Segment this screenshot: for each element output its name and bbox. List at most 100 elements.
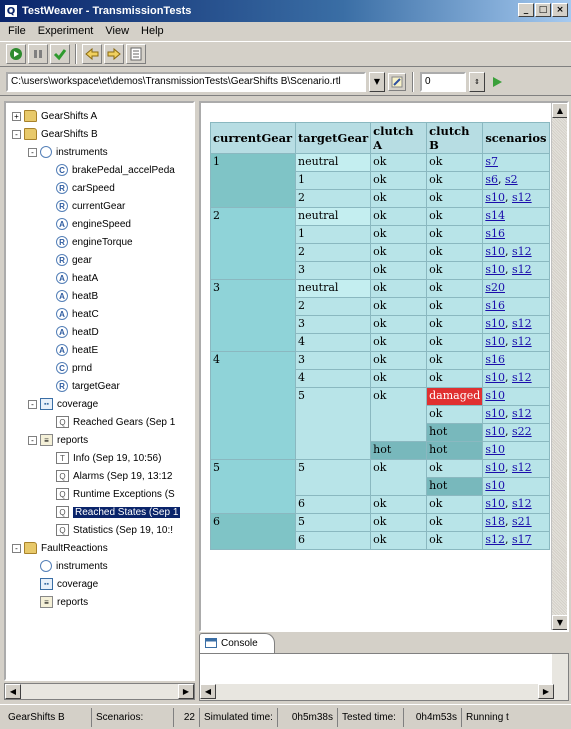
menu-experiment[interactable]: Experiment (32, 25, 100, 37)
tree-item[interactable]: AheatE (44, 341, 98, 359)
tree-item[interactable]: - ≡ reports (28, 431, 88, 449)
menu-view[interactable]: View (99, 25, 135, 37)
tree-item[interactable]: Q Reached States (Sep 1 (44, 503, 181, 521)
scenario-link[interactable]: s12 (512, 191, 532, 204)
scenario-link[interactable]: s10 (485, 191, 505, 204)
scenario-link[interactable]: s10 (485, 263, 505, 276)
scenario-link[interactable]: s2 (505, 173, 518, 186)
scroll-right-icon[interactable]: ▶ (178, 684, 194, 699)
scenario-link[interactable]: s10 (485, 461, 505, 474)
run-button[interactable] (6, 44, 26, 64)
scenario-link[interactable]: s7 (485, 155, 498, 168)
tree-item[interactable]: Cprnd (44, 359, 92, 377)
scenario-link[interactable]: s10 (485, 425, 505, 438)
scroll-up-icon[interactable]: ▲ (552, 103, 567, 118)
scenario-path-input[interactable]: C:\users\workspace\et\demos\Transmission… (6, 71, 366, 92)
column-header[interactable]: clutch B (426, 122, 484, 154)
scenario-link[interactable]: s12 (512, 317, 532, 330)
scenario-link[interactable]: s17 (512, 533, 532, 546)
column-header[interactable]: clutch A (370, 122, 428, 154)
scenario-link[interactable]: s20 (485, 281, 505, 294)
tree-item[interactable]: RengineTorque (44, 233, 133, 251)
scenario-link[interactable]: s16 (485, 227, 505, 240)
path-dropdown-button[interactable]: ▼ (369, 71, 385, 92)
tree-item[interactable]: ▪▪ coverage (28, 575, 98, 593)
scenario-link[interactable]: s12 (485, 533, 505, 546)
scenario-link[interactable]: s14 (485, 209, 505, 222)
tree-item[interactable]: CbrakePedal_accelPeda (44, 161, 175, 179)
column-header[interactable]: scenarios (482, 122, 550, 154)
tree-item[interactable]: - GearShifts B (12, 125, 98, 143)
tree-item[interactable]: RcurrentGear (44, 197, 125, 215)
scenario-link[interactable]: s12 (512, 371, 532, 384)
collapse-icon[interactable]: - (12, 543, 21, 553)
tree-item[interactable]: + GearShifts A (12, 107, 97, 125)
menu-file[interactable]: File (2, 25, 32, 37)
tree-item[interactable]: RcarSpeed (44, 179, 115, 197)
scenario-link[interactable]: s12 (512, 407, 532, 420)
back-button[interactable] (82, 44, 102, 64)
scroll-left-icon[interactable]: ◀ (200, 684, 216, 699)
scenario-link[interactable]: s12 (512, 245, 532, 258)
scenario-link[interactable]: s21 (512, 515, 532, 528)
scenario-link[interactable]: s10 (485, 335, 505, 348)
scenario-link[interactable]: s10 (485, 389, 505, 402)
tree-item[interactable]: Q Statistics (Sep 19, 10:! (44, 521, 173, 539)
check-button[interactable] (50, 44, 70, 64)
scenario-link[interactable]: s18 (485, 515, 505, 528)
tree-item[interactable]: T Info (Sep 19, 10:56) (44, 449, 161, 467)
tree-item[interactable]: AengineSpeed (44, 215, 131, 233)
tree-item[interactable]: AheatA (44, 269, 98, 287)
collapse-icon[interactable]: - (28, 147, 37, 157)
console-horizontal-scrollbar[interactable]: ◀ ▶ (200, 684, 554, 700)
browse-button[interactable] (388, 72, 406, 91)
console-tab[interactable]: Console (199, 633, 275, 653)
number-spinner[interactable]: ⇕ (469, 71, 485, 92)
tree-horizontal-scrollbar[interactable]: ◀ ▶ (4, 683, 195, 700)
tree-item[interactable]: AheatB (44, 287, 98, 305)
minimize-button[interactable]: _ (518, 3, 534, 17)
tree-item[interactable]: Rgear (44, 251, 92, 269)
tree-item[interactable]: - FaultReactions (12, 539, 108, 557)
console-output[interactable]: ◀ ▶ (199, 653, 569, 701)
scenario-number-input[interactable]: 0 (420, 71, 466, 92)
tree-item[interactable]: - ▪▪ coverage (28, 395, 98, 413)
forward-button[interactable] (104, 44, 124, 64)
scenario-link[interactable]: s10 (485, 479, 505, 492)
report-button[interactable] (126, 44, 146, 64)
collapse-icon[interactable]: - (12, 129, 21, 139)
tree-item[interactable]: Q Runtime Exceptions (S (44, 485, 175, 503)
tree-item[interactable]: instruments (28, 557, 108, 575)
scenario-link[interactable]: s12 (512, 497, 532, 510)
scenario-link[interactable]: s16 (485, 299, 505, 312)
scenario-link[interactable]: s22 (512, 425, 532, 438)
scenario-link[interactable]: s6 (485, 173, 498, 186)
scenario-link[interactable]: s12 (512, 461, 532, 474)
scroll-down-icon[interactable]: ▼ (552, 615, 567, 630)
scenario-link[interactable]: s16 (485, 353, 505, 366)
scenario-link[interactable]: s10 (485, 497, 505, 510)
tree-item[interactable]: ≡ reports (28, 593, 88, 611)
scroll-right-icon[interactable]: ▶ (538, 684, 554, 699)
collapse-icon[interactable]: - (28, 399, 37, 409)
scroll-left-icon[interactable]: ◀ (5, 684, 21, 699)
maximize-button[interactable]: □ (535, 3, 551, 17)
scenario-link[interactable]: s10 (485, 443, 505, 456)
scenario-link[interactable]: s12 (512, 263, 532, 276)
main-vertical-scrollbar[interactable]: ▲ ▼ (551, 103, 567, 630)
tree-item[interactable]: Q Alarms (Sep 19, 13:12 (44, 467, 173, 485)
play-button[interactable] (488, 73, 506, 91)
pause-button[interactable] (28, 44, 48, 64)
tree-item[interactable]: AheatC (44, 305, 99, 323)
console-vertical-scrollbar[interactable] (552, 654, 568, 700)
tree-item[interactable]: RtargetGear (44, 377, 120, 395)
scenario-link[interactable]: s10 (485, 407, 505, 420)
tree-item[interactable]: AheatD (44, 323, 99, 341)
tree-item[interactable]: Q Reached Gears (Sep 1 (44, 413, 175, 431)
column-header[interactable]: currentGear (210, 122, 296, 154)
close-button[interactable]: × (552, 3, 568, 17)
scenario-link[interactable]: s10 (485, 371, 505, 384)
column-header[interactable]: targetGear (294, 122, 372, 154)
menu-help[interactable]: Help (135, 25, 170, 37)
collapse-icon[interactable]: - (28, 435, 37, 445)
